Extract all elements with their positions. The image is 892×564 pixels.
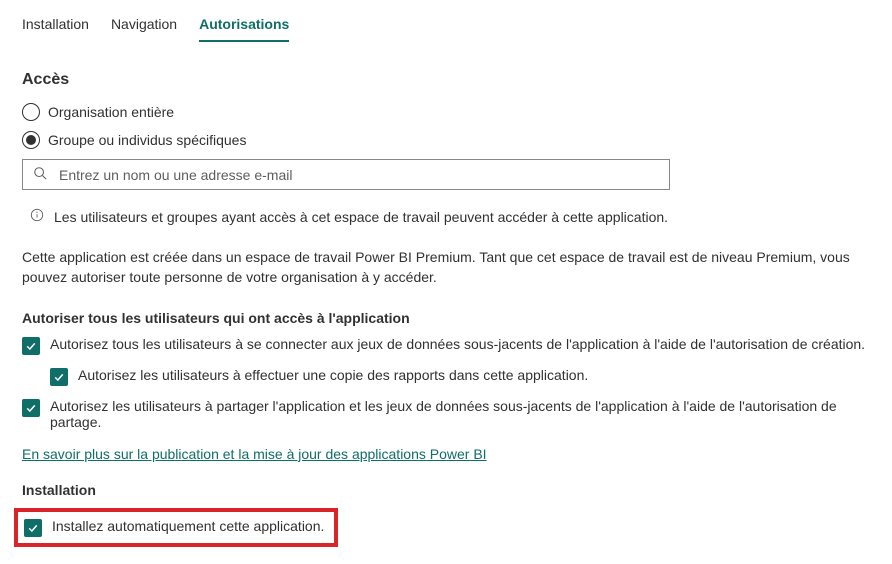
premium-note: Cette application est créée dans un espa… [22, 247, 862, 288]
radio-unchecked-icon [22, 103, 40, 121]
radio-groupe-individus[interactable]: Groupe ou individus spécifiques [22, 131, 870, 149]
highlight-box: Installez automatiquement cette applicat… [14, 508, 338, 547]
checkbox-label-copy: Autorisez les utilisateurs à effectuer u… [78, 367, 588, 383]
tab-installation[interactable]: Installation [22, 10, 89, 42]
info-row: Les utilisateurs et groupes ayant accès … [30, 208, 870, 225]
installation-title: Installation [22, 482, 870, 498]
checkmark-icon [24, 519, 42, 537]
search-input[interactable] [59, 167, 659, 183]
checkbox-share-app[interactable]: Autorisez les utilisateurs à partager l'… [22, 398, 870, 430]
search-box[interactable] [22, 159, 670, 190]
radio-organisation-entiere[interactable]: Organisation entière [22, 103, 870, 121]
checkmark-icon [50, 368, 68, 386]
info-icon [30, 208, 44, 225]
checkbox-label-auto-install: Installez automatiquement cette applicat… [52, 518, 324, 534]
allow-users-title: Autoriser tous les utilisateurs qui ont … [22, 310, 870, 326]
checkbox-label-share: Autorisez les utilisateurs à partager l'… [50, 398, 870, 430]
radio-label-org: Organisation entière [48, 104, 174, 120]
radio-checked-icon [22, 131, 40, 149]
checkbox-auto-install[interactable]: Installez automatiquement cette applicat… [24, 518, 324, 537]
checkbox-datasets[interactable]: Autorisez tous les utilisateurs à se con… [22, 336, 870, 355]
tab-navigation[interactable]: Navigation [111, 10, 177, 42]
tab-autorisations[interactable]: Autorisations [199, 10, 289, 42]
checkbox-label-datasets: Autorisez tous les utilisateurs à se con… [50, 336, 865, 352]
checkbox-copy-reports[interactable]: Autorisez les utilisateurs à effectuer u… [50, 367, 870, 386]
access-title: Accès [22, 71, 870, 89]
radio-label-group: Groupe ou individus spécifiques [48, 132, 246, 148]
checkmark-icon [22, 337, 40, 355]
learn-more-link[interactable]: En savoir plus sur la publication et la … [22, 446, 487, 462]
info-text: Les utilisateurs et groupes ayant accès … [54, 209, 668, 225]
tabs: Installation Navigation Autorisations [22, 10, 870, 43]
checkmark-icon [22, 399, 40, 417]
search-icon [33, 166, 47, 183]
